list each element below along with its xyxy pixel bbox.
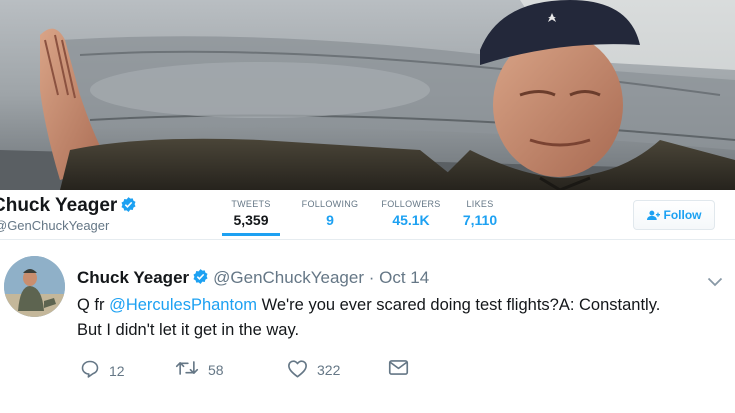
reply-icon xyxy=(80,359,100,382)
stat-value: 7,110 xyxy=(462,212,498,228)
add-user-icon xyxy=(646,210,660,221)
avatar[interactable] xyxy=(4,256,65,317)
envelope-icon xyxy=(388,359,409,379)
tweet-mention-link[interactable]: @HerculesPhantom xyxy=(109,296,257,314)
stat-value: 9 xyxy=(326,212,334,228)
tweet-author-name[interactable]: Chuck Yeager xyxy=(77,268,189,287)
profile-name-block[interactable]: Chuck Yeager xyxy=(0,195,137,219)
stat-value: 5,359 xyxy=(233,212,269,228)
verified-badge-icon xyxy=(192,268,209,290)
stat-label: FOLLOWERS xyxy=(381,199,441,209)
follow-label: Follow xyxy=(663,208,702,222)
tweet-header: Chuck Yeager @GenChuckYeager · Oct 14 xyxy=(77,268,429,290)
chevron-down-icon[interactable] xyxy=(707,274,723,292)
follow-button[interactable]: Follow xyxy=(633,200,715,230)
retweet-count: 58 xyxy=(208,361,224,378)
like-count: 322 xyxy=(317,362,341,378)
profile-nav-bar: Chuck Yeager @GenChuckYeager TWEETS 5,35… xyxy=(0,190,735,240)
stat-tweets[interactable]: TWEETS 5,359 xyxy=(222,199,280,236)
profile-name[interactable]: Chuck Yeager xyxy=(0,195,117,216)
retweet-icon xyxy=(175,359,199,380)
retweet-button[interactable]: 58 xyxy=(175,359,224,380)
stat-following[interactable]: FOLLOWING 9 xyxy=(299,199,361,228)
verified-badge-icon xyxy=(120,196,137,219)
tweet-text-prefix: Q fr xyxy=(77,296,110,314)
stat-label: TWEETS xyxy=(231,199,271,209)
separator-dot: · xyxy=(368,268,375,287)
heart-icon xyxy=(287,359,308,381)
like-button[interactable]: 322 xyxy=(287,359,340,381)
stat-value: 45.1K xyxy=(392,212,430,228)
profile-banner-image xyxy=(0,0,735,190)
profile-handle[interactable]: @GenChuckYeager xyxy=(0,218,109,233)
direct-message-button[interactable] xyxy=(388,359,409,379)
stat-followers[interactable]: FOLLOWERS 45.1K xyxy=(378,199,444,228)
reply-button[interactable]: 12 xyxy=(80,359,125,382)
reply-count: 12 xyxy=(109,362,125,379)
tweet-timestamp[interactable]: Oct 14 xyxy=(379,268,429,287)
stat-label: FOLLOWING xyxy=(301,199,359,209)
stat-likes[interactable]: LIKES 7,110 xyxy=(456,199,504,228)
tweet-author-handle[interactable]: @GenChuckYeager xyxy=(213,268,364,287)
stat-label: LIKES xyxy=(466,199,494,209)
tweet-text-line2: But I didn't let it get in the way. xyxy=(77,321,300,339)
tweet-text-line1: We're you ever scared doing test flights… xyxy=(257,296,661,314)
tweet-text: Q fr @HerculesPhantom We're you ever sca… xyxy=(77,293,727,343)
